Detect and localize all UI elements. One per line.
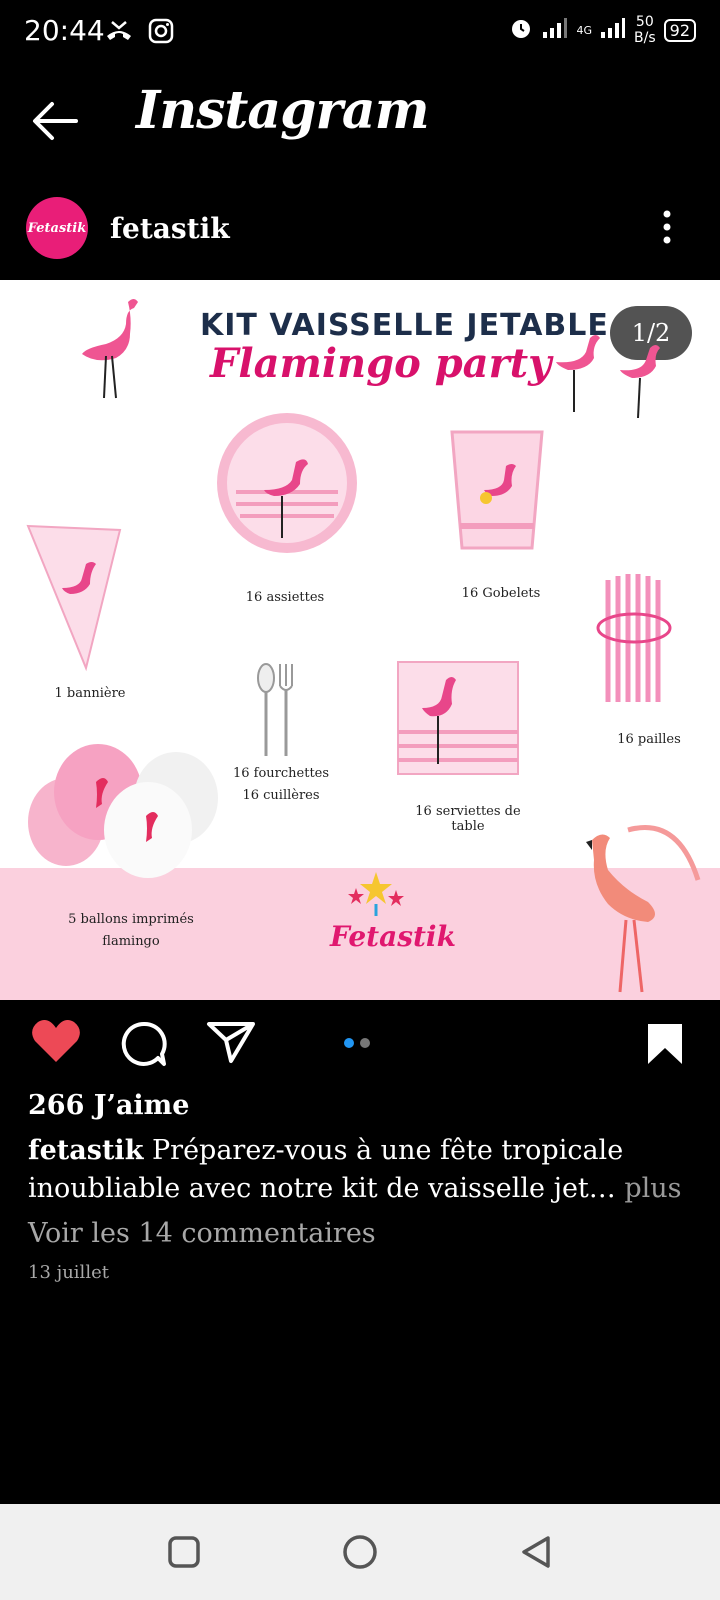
missed-call-icon — [104, 18, 134, 48]
post-date: 13 juillet — [28, 1262, 109, 1283]
comment-icon[interactable] — [120, 1020, 168, 1068]
avatar-logo-text: Fetastik — [27, 220, 87, 236]
instagram-notification-icon — [148, 18, 174, 48]
battery-icon: 92 — [663, 18, 696, 42]
signal-icon — [542, 17, 568, 43]
item-caption-cups: 16 Gobelets — [461, 586, 541, 601]
signal-icon-2 — [600, 17, 626, 43]
carousel-indicator — [344, 1038, 370, 1048]
caption-username[interactable]: fetastik — [28, 1135, 143, 1166]
more-options-icon[interactable] — [660, 210, 674, 244]
back-arrow-icon[interactable] — [30, 98, 80, 144]
banner-illustration — [26, 524, 122, 672]
status-icons: 4G 50 B/s 92 — [508, 14, 696, 46]
carousel-dot-1 — [344, 1038, 354, 1048]
save-bookmark-icon[interactable] — [646, 1022, 684, 1066]
item-caption-balloons: 5 ballons imprimés — [68, 912, 194, 927]
image-title-line1: KIT VAISSELLE JETABLE — [200, 308, 609, 343]
balloons-illustration — [28, 744, 218, 878]
item-caption-napkins: 16 serviettes de table — [415, 804, 521, 834]
brand-stars-icon — [348, 872, 404, 916]
status-bar: 20:44 4G 50 B/s 92 — [0, 0, 720, 64]
brand-logo-text: Fetastik — [330, 920, 456, 953]
data-speed-value: 50 — [635, 14, 654, 30]
app-title: Instagram — [136, 80, 430, 141]
post-caption: fetastik Préparez-vous à une fête tropic… — [28, 1132, 692, 1208]
flamingo-group-illustration — [556, 335, 660, 419]
view-comments-link[interactable]: Voir les 14 commentaires — [28, 1218, 376, 1249]
straws-illustration — [596, 574, 672, 702]
data-speed: 50 B/s — [634, 14, 656, 46]
network-type: 4G — [576, 23, 593, 37]
post-username[interactable]: fetastik — [110, 212, 230, 245]
home-icon[interactable] — [342, 1534, 378, 1570]
cup-illustration — [450, 430, 544, 550]
item-caption-plates: 16 assiettes — [245, 590, 325, 605]
flamingo-illustration — [82, 299, 138, 399]
avatar[interactable]: Fetastik — [26, 197, 88, 259]
likes-count[interactable]: 266 J’aime — [28, 1090, 189, 1121]
item-caption-straws: 16 pailles — [617, 732, 681, 747]
item-caption-spoons: 16 cuillères — [242, 788, 320, 803]
item-caption-forks: 16 fourchettes — [232, 766, 330, 781]
system-navigation-bar — [0, 1504, 720, 1600]
recent-apps-icon[interactable] — [166, 1534, 202, 1570]
alarm-icon — [508, 15, 534, 45]
large-flamingo-illustration — [586, 824, 701, 993]
post-image[interactable]: KIT VAISSELLE JETABLE Flamingo party 1/2… — [0, 280, 720, 1000]
caption-more-link[interactable]: plus — [624, 1173, 681, 1204]
item-caption-balloons-flamingo: flamingo — [102, 934, 160, 949]
napkin-illustration — [397, 661, 519, 775]
data-speed-unit: B/s — [634, 30, 656, 46]
item-caption-banner: 1 bannière — [54, 686, 126, 701]
image-title-line2: Flamingo party — [210, 340, 552, 387]
carousel-dot-2 — [360, 1038, 370, 1048]
share-send-icon[interactable] — [206, 1020, 256, 1064]
status-time: 20:44 — [24, 14, 105, 47]
like-heart-icon[interactable] — [30, 1018, 82, 1064]
cutlery-illustration — [257, 663, 293, 756]
back-nav-icon[interactable] — [518, 1534, 554, 1570]
plate-illustration — [217, 413, 357, 553]
